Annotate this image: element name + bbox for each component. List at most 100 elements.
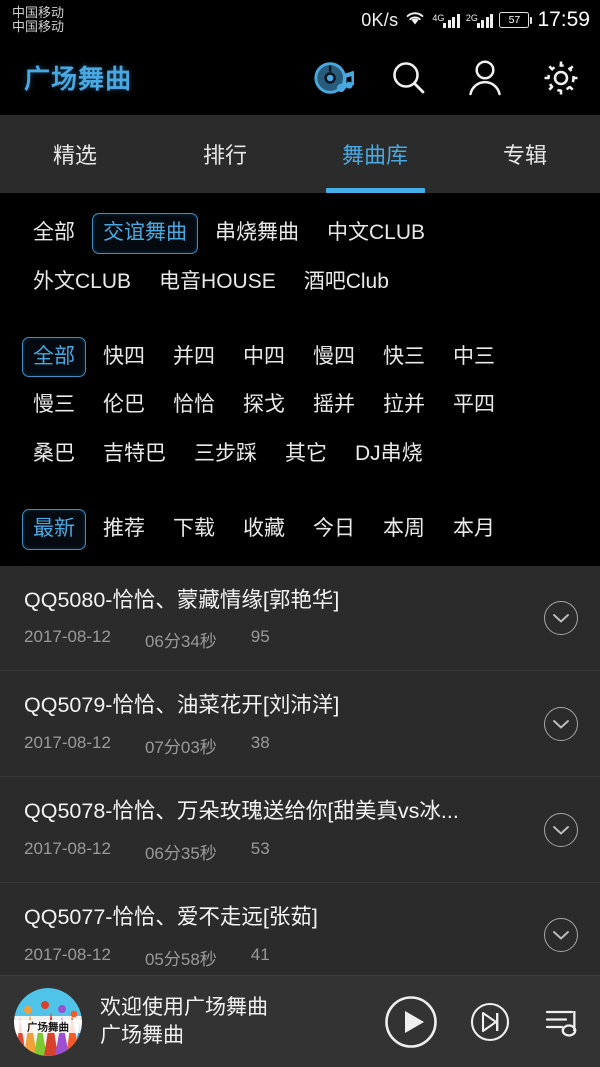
- mini-player-bar: 广场舞曲 欢迎使用广场舞曲 广场舞曲: [0, 975, 600, 1067]
- tab-wuqiku[interactable]: 舞曲库: [300, 115, 450, 193]
- style-chip-zhongsi[interactable]: 中四: [232, 337, 296, 378]
- song-duration: 06分35秒: [144, 843, 217, 863]
- search-icon[interactable]: [388, 57, 430, 99]
- table-row[interactable]: QQ5079-恰恰、油菜花开[刘沛洋] 2017-08-12 07分03秒 38: [0, 671, 600, 778]
- style-chip-lunba[interactable]: 伦巴: [92, 385, 156, 426]
- header-actions: [312, 57, 582, 99]
- filter-row: 全部 交谊舞曲 串烧舞曲 中文CLUB: [22, 209, 578, 258]
- filter-row: 慢三 伦巴 恰恰 探戈 摇并 拉并 平四: [22, 381, 578, 430]
- style-chip-zhongsan[interactable]: 中三: [442, 337, 506, 378]
- sort-chip-newest[interactable]: 最新: [22, 508, 86, 550]
- sort-chip-today[interactable]: 今日: [302, 509, 366, 550]
- style-chip-yaobing[interactable]: 摇并: [302, 385, 366, 426]
- filter-chip-chuanshaowuqu[interactable]: 串烧舞曲: [204, 213, 310, 254]
- sort-chip-this-week[interactable]: 本周: [372, 509, 436, 550]
- profile-icon[interactable]: [464, 57, 506, 99]
- album-art[interactable]: 广场舞曲: [14, 987, 82, 1056]
- filter-panel: 全部 交谊舞曲 串烧舞曲 中文CLUB 外文CLUB 电音HOUSE 酒吧Clu…: [0, 193, 600, 566]
- song-duration: 06分34秒: [144, 632, 217, 652]
- style-chip-mansi[interactable]: 慢四: [302, 337, 366, 378]
- player-track-title: 欢迎使用广场舞曲: [100, 996, 268, 1020]
- main-tabs: 精选 排行 舞曲库 专辑: [0, 115, 600, 193]
- carrier-1: 中国移动: [12, 5, 65, 21]
- song-list: QQ5080-恰恰、蒙藏情缘[郭艳华] 2017-08-12 06分34秒 95…: [0, 565, 600, 989]
- chevron-down-circle-icon[interactable]: [544, 600, 578, 635]
- style-chip-djchuanshao[interactable]: DJ串烧: [344, 434, 434, 475]
- player-controls: [384, 995, 582, 1049]
- style-chip-jiteba[interactable]: 吉特巴: [92, 434, 177, 475]
- style-chip-kuaisi[interactable]: 快四: [92, 337, 156, 378]
- status-bar: 中国移动 中国移动 0K/s 4G 2G 57 17:59: [0, 0, 600, 40]
- song-title: QQ5078-恰恰、万朵玫瑰送给你[甜美真vs冰...: [24, 799, 459, 824]
- filter-chip-zhongwenclub[interactable]: 中文CLUB: [316, 213, 436, 254]
- tab-paihang[interactable]: 排行: [150, 115, 300, 193]
- carrier-labels: 中国移动 中国移动: [12, 6, 64, 33]
- sim2-signal-icon: 2G: [466, 13, 494, 28]
- network-speed: 0K/s: [361, 9, 399, 30]
- album-art-label: 广场舞曲: [27, 1020, 69, 1033]
- play-button-icon[interactable]: [384, 995, 438, 1049]
- song-count: 53: [250, 838, 270, 858]
- sort-chip-this-month[interactable]: 本月: [442, 509, 506, 550]
- filter-spacer: [0, 485, 600, 501]
- style-chip-qiaqia[interactable]: 恰恰: [162, 385, 226, 426]
- battery-icon: 57: [499, 12, 533, 28]
- style-chip-tange[interactable]: 探戈: [232, 385, 296, 426]
- filter-chip-waiwenclub[interactable]: 外文CLUB: [22, 262, 142, 303]
- sim1-signal-icon: 4G: [432, 13, 460, 28]
- style-chip-sanbucai[interactable]: 三步踩: [183, 434, 268, 475]
- style-chip-kuaisan[interactable]: 快三: [372, 337, 436, 378]
- chevron-down-circle-icon[interactable]: [544, 918, 578, 953]
- sort-chip-recommended[interactable]: 推荐: [92, 509, 156, 550]
- style-chip-pingsi[interactable]: 平四: [442, 385, 506, 426]
- style-chip-mansan[interactable]: 慢三: [22, 385, 86, 426]
- wifi-icon: [404, 9, 426, 31]
- song-date: 2017-08-12: [24, 944, 111, 964]
- song-count: 95: [250, 627, 270, 647]
- song-title: QQ5080-恰恰、蒙藏情缘[郭艳华]: [24, 587, 340, 612]
- table-row[interactable]: QQ5077-恰恰、爱不走远[张茹] 2017-08-12 05分58秒 41: [0, 882, 600, 989]
- chevron-down-circle-icon[interactable]: [544, 706, 578, 741]
- song-duration: 07分03秒: [144, 738, 217, 758]
- filter-chip-all[interactable]: 全部: [22, 213, 86, 254]
- battery-level: 57: [508, 14, 521, 26]
- app-root: 中国移动 中国移动 0K/s 4G 2G 57 17:59 广场舞曲 精选 排行…: [0, 0, 600, 1067]
- tab-zhuanji[interactable]: 专辑: [450, 115, 600, 193]
- song-date: 2017-08-12: [24, 627, 111, 647]
- song-count: 38: [250, 733, 270, 753]
- style-chip-bingsi[interactable]: 并四: [162, 337, 226, 378]
- song-duration: 05分58秒: [144, 949, 217, 969]
- style-chip-labing[interactable]: 拉并: [372, 385, 436, 426]
- player-track-info: 欢迎使用广场舞曲 广场舞曲: [100, 994, 268, 1049]
- song-meta: 2017-08-12 07分03秒 38: [24, 733, 530, 758]
- style-chip-qita[interactable]: 其它: [274, 434, 338, 475]
- status-indicators: 0K/s 4G 2G 57 17:59: [361, 8, 590, 32]
- filter-chip-jiubaclub[interactable]: 酒吧Club: [293, 262, 400, 303]
- song-meta: 2017-08-12 06分35秒 53: [24, 839, 530, 864]
- filter-group-style: 全部 快四 并四 中四 慢四 快三 中三 慢三 伦巴 恰恰 探戈 摇并 拉并 平…: [0, 329, 600, 485]
- filter-group-sort: 最新 推荐 下载 收藏 今日 本周 本月: [0, 501, 600, 560]
- playlist-queue-icon[interactable]: [542, 1002, 582, 1042]
- filter-row: 最新 推荐 下载 收藏 今日 本周 本月: [22, 505, 578, 554]
- sort-chip-downloads[interactable]: 下载: [162, 509, 226, 550]
- table-row[interactable]: QQ5078-恰恰、万朵玫瑰送给你[甜美真vs冰... 2017-08-12 0…: [0, 777, 600, 883]
- sort-chip-favorites[interactable]: 收藏: [232, 509, 296, 550]
- filter-chip-jiaoyiwuqu[interactable]: 交谊舞曲: [92, 213, 198, 254]
- clock: 17:59: [537, 8, 590, 31]
- filter-spacer: [0, 313, 600, 329]
- next-track-icon[interactable]: [470, 1002, 510, 1042]
- filter-row: 全部 快四 并四 中四 慢四 快三 中三: [22, 333, 578, 382]
- style-chip-all[interactable]: 全部: [22, 336, 86, 378]
- table-row[interactable]: QQ5080-恰恰、蒙藏情缘[郭艳华] 2017-08-12 06分34秒 95: [0, 565, 600, 672]
- song-title: QQ5077-恰恰、爱不走远[张茹]: [24, 904, 318, 929]
- song-date: 2017-08-12: [24, 838, 111, 858]
- filter-row: 桑巴 吉特巴 三步踩 其它 DJ串烧: [22, 430, 578, 479]
- chevron-down-circle-icon[interactable]: [544, 812, 578, 847]
- disc-music-icon[interactable]: [312, 57, 354, 99]
- song-date: 2017-08-12: [24, 733, 111, 753]
- page-title: 广场舞曲: [24, 64, 133, 94]
- filter-chip-dianyinhouse[interactable]: 电音HOUSE: [148, 262, 287, 303]
- style-chip-sangba[interactable]: 桑巴: [22, 434, 86, 475]
- tab-jingxuan[interactable]: 精选: [0, 115, 150, 193]
- settings-gear-icon[interactable]: [540, 57, 582, 99]
